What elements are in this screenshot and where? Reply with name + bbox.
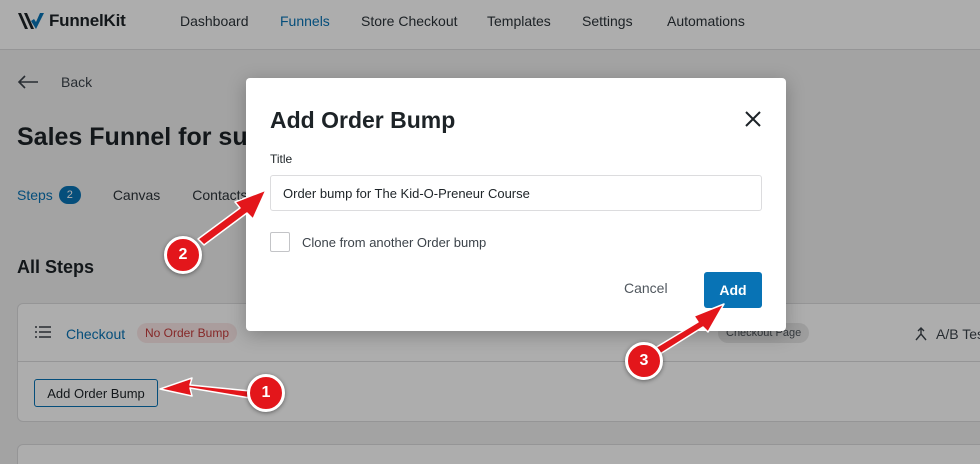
add-order-bump-dialog: Add Order Bump Title Clone from another … — [246, 78, 786, 331]
title-field-label: Title — [270, 152, 293, 166]
title-input[interactable] — [270, 175, 762, 211]
dialog-title: Add Order Bump — [270, 107, 456, 133]
cancel-button[interactable]: Cancel — [624, 280, 668, 296]
clone-label: Clone from another Order bump — [302, 234, 487, 250]
step-marker-1: 1 — [247, 374, 285, 412]
close-icon[interactable] — [742, 108, 764, 130]
clone-option[interactable]: Clone from another Order bump — [270, 232, 486, 252]
step-marker-3: 3 — [625, 342, 663, 380]
step-marker-2: 2 — [164, 236, 202, 274]
clone-checkbox[interactable] — [270, 232, 290, 252]
add-button[interactable]: Add — [704, 272, 762, 308]
